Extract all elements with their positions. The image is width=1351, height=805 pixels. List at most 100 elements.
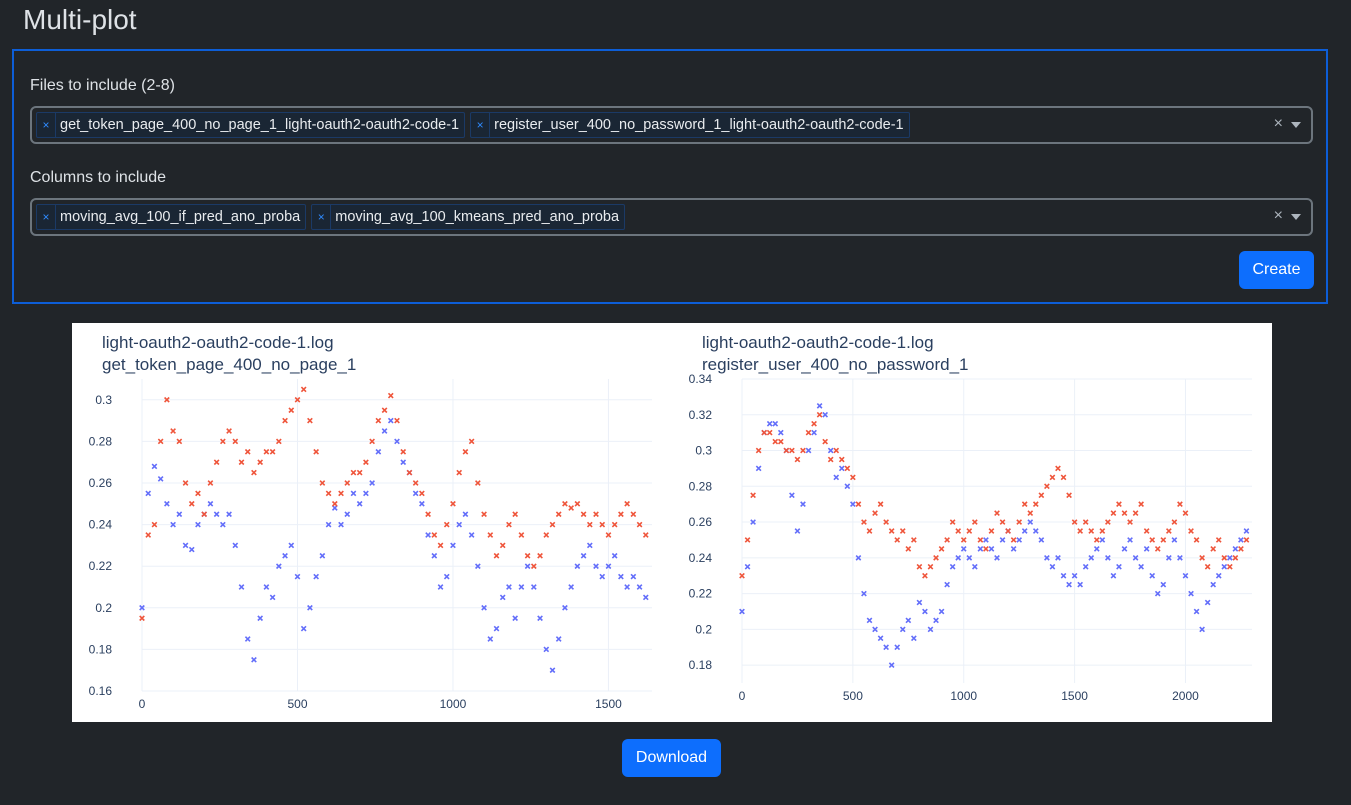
data-point: [1188, 528, 1194, 534]
data-point: [244, 448, 251, 455]
data-point: [766, 429, 773, 436]
data-point: [481, 511, 487, 518]
data-point: [766, 420, 773, 427]
data-point: [375, 417, 382, 424]
data-point: [630, 573, 637, 580]
clear-icon[interactable]: ×: [1274, 115, 1283, 133]
data-point: [1143, 528, 1150, 534]
data-point: [800, 501, 806, 508]
data-point: [568, 584, 575, 590]
column-tag-label: moving_avg_100_kmeans_pred_ano_proba: [335, 209, 620, 225]
data-point: [307, 417, 313, 424]
data-point: [537, 615, 543, 622]
data-point: [213, 459, 220, 466]
data-point: [1049, 474, 1056, 481]
data-point: [586, 542, 593, 549]
data-point: [866, 617, 873, 624]
data-point: [1215, 537, 1222, 543]
data-point: [512, 615, 519, 622]
data-point: [761, 429, 768, 436]
x-tick-label: 0: [139, 697, 146, 711]
data-point: [456, 469, 463, 476]
file-tag-label: get_token_page_400_no_page_1_light-oauth…: [60, 117, 460, 133]
data-point: [827, 456, 834, 463]
data-point: [944, 581, 950, 588]
data-point: [1160, 581, 1167, 588]
data-point: [400, 459, 407, 466]
data-point: [238, 584, 245, 590]
data-point: [431, 532, 438, 538]
x-tick-label: 1000: [440, 697, 467, 711]
data-point: [822, 438, 829, 445]
data-point: [549, 667, 556, 674]
data-point: [844, 465, 851, 472]
data-point: [518, 532, 525, 538]
create-button[interactable]: Create: [1239, 251, 1314, 289]
remove-tag-icon[interactable]: ×: [312, 205, 332, 229]
files-multiselect[interactable]: × get_token_page_400_no_page_1_light-oau…: [30, 106, 1313, 144]
data-point: [744, 537, 751, 543]
data-point: [288, 407, 295, 414]
data-point: [811, 429, 817, 436]
data-point: [350, 490, 357, 497]
remove-tag-icon[interactable]: ×: [37, 113, 56, 137]
data-point: [1226, 563, 1233, 570]
data-point: [1232, 546, 1239, 552]
file-tag-label: register_user_400_no_password_1_light-oa…: [494, 117, 904, 133]
data-point: [1032, 528, 1039, 534]
y-tick-label: 0.2: [695, 622, 712, 636]
data-point: [313, 448, 320, 455]
data-point: [319, 552, 326, 559]
data-point: [562, 500, 568, 507]
data-point: [381, 407, 388, 414]
data-point: [910, 635, 917, 642]
data-point: [419, 500, 425, 507]
x-tick-label: 1000: [950, 689, 977, 703]
column-tag-label: moving_avg_100_if_pred_ano_proba: [60, 209, 301, 225]
chevron-down-icon[interactable]: [1291, 214, 1301, 220]
remove-tag-icon[interactable]: ×: [471, 113, 491, 137]
clear-icon[interactable]: ×: [1274, 207, 1283, 225]
data-point: [999, 537, 1006, 543]
data-point: [363, 490, 369, 497]
data-point: [487, 636, 494, 642]
data-point: [1149, 572, 1156, 579]
data-point: [188, 546, 195, 553]
columns-multiselect[interactable]: × moving_avg_100_if_pred_ano_proba × mov…: [30, 198, 1313, 236]
download-button[interactable]: Download: [622, 739, 721, 777]
data-point: [251, 656, 257, 663]
data-point: [1005, 528, 1011, 534]
data-point: [282, 552, 288, 559]
y-tick-label: 0.32: [689, 408, 713, 422]
data-point: [232, 542, 239, 549]
data-point: [170, 428, 176, 434]
data-point: [1088, 528, 1095, 534]
data-point: [462, 511, 469, 518]
data-point: [537, 552, 543, 559]
data-point: [905, 546, 912, 552]
data-point: [437, 542, 444, 549]
data-point: [833, 474, 840, 481]
data-point: [789, 492, 795, 499]
y-tick-label: 0.18: [689, 658, 713, 672]
data-point: [1210, 581, 1217, 588]
data-point: [257, 459, 264, 466]
data-point: [971, 563, 978, 570]
data-point: [251, 469, 257, 476]
remove-tag-icon[interactable]: ×: [37, 205, 56, 229]
data-point: [313, 573, 320, 580]
chart-title: light-oauth2-oauth2-code-1.log: [102, 333, 334, 352]
data-point: [777, 429, 784, 436]
chevron-down-icon[interactable]: [1291, 122, 1301, 128]
data-point: [611, 552, 618, 559]
data-point: [977, 537, 984, 543]
data-point: [145, 532, 152, 538]
y-tick-label: 0.24: [689, 551, 713, 565]
data-point: [922, 608, 928, 615]
data-point: [905, 617, 912, 624]
data-point: [938, 546, 945, 552]
data-point: [794, 528, 801, 534]
data-point: [1010, 537, 1017, 543]
data-point: [894, 644, 901, 651]
data-point: [1121, 510, 1128, 516]
